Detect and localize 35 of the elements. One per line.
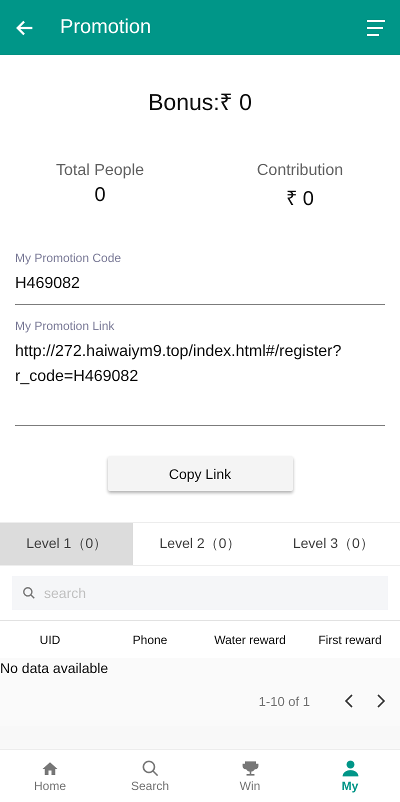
stat-value: ₹ 0: [286, 187, 314, 211]
field-label: My Promotion Link: [15, 319, 116, 333]
nav-item[interactable]: Win: [200, 750, 300, 802]
empty-message: No data available: [0, 659, 110, 676]
column-header: First reward: [317, 632, 383, 646]
bonus-amount: Bonus:₹ 0: [147, 88, 253, 117]
search-icon: [140, 759, 160, 778]
field-value: http://272.haiwaiym9.top/index.html#/register?r_code=H469082: [15, 342, 342, 387]
previous-page-button[interactable]: [344, 694, 354, 708]
stat-value: 0: [94, 184, 106, 207]
trophy-icon: [240, 759, 260, 778]
home-icon: [41, 760, 59, 778]
pagination-text: 1-10 of 1: [258, 694, 310, 708]
text-field[interactable]: My Promotion Code H469082: [15, 251, 385, 305]
column-header: Phone: [132, 632, 168, 646]
page-title: Promotion: [60, 16, 152, 39]
menu-button[interactable]: [366, 18, 386, 36]
chevron-right-icon: [376, 694, 386, 708]
copy-link-button[interactable]: Copy Link: [108, 456, 292, 491]
text-field[interactable]: My Promotion Link http://272.haiwaiym9.top/index.html#/register?r_code=H469082: [15, 319, 385, 426]
user-icon: [340, 759, 360, 778]
column-header: Water reward: [213, 632, 287, 646]
level-tab[interactable]: Level 1（0）: [0, 523, 134, 565]
stat-label: Total People: [56, 162, 144, 180]
search-icon: [22, 586, 36, 600]
nav-item[interactable]: Home: [0, 750, 100, 802]
field-label: My Promotion Code: [15, 251, 122, 265]
nav-item[interactable]: My: [300, 750, 400, 802]
field-value: H469082: [15, 274, 81, 294]
nav-item[interactable]: Search: [100, 750, 200, 802]
column-header: UID: [38, 632, 62, 646]
menu-icon: [366, 18, 386, 36]
stat-label: Contribution: [256, 162, 344, 180]
next-page-button[interactable]: [376, 694, 386, 708]
chevron-left-icon: [344, 694, 354, 708]
